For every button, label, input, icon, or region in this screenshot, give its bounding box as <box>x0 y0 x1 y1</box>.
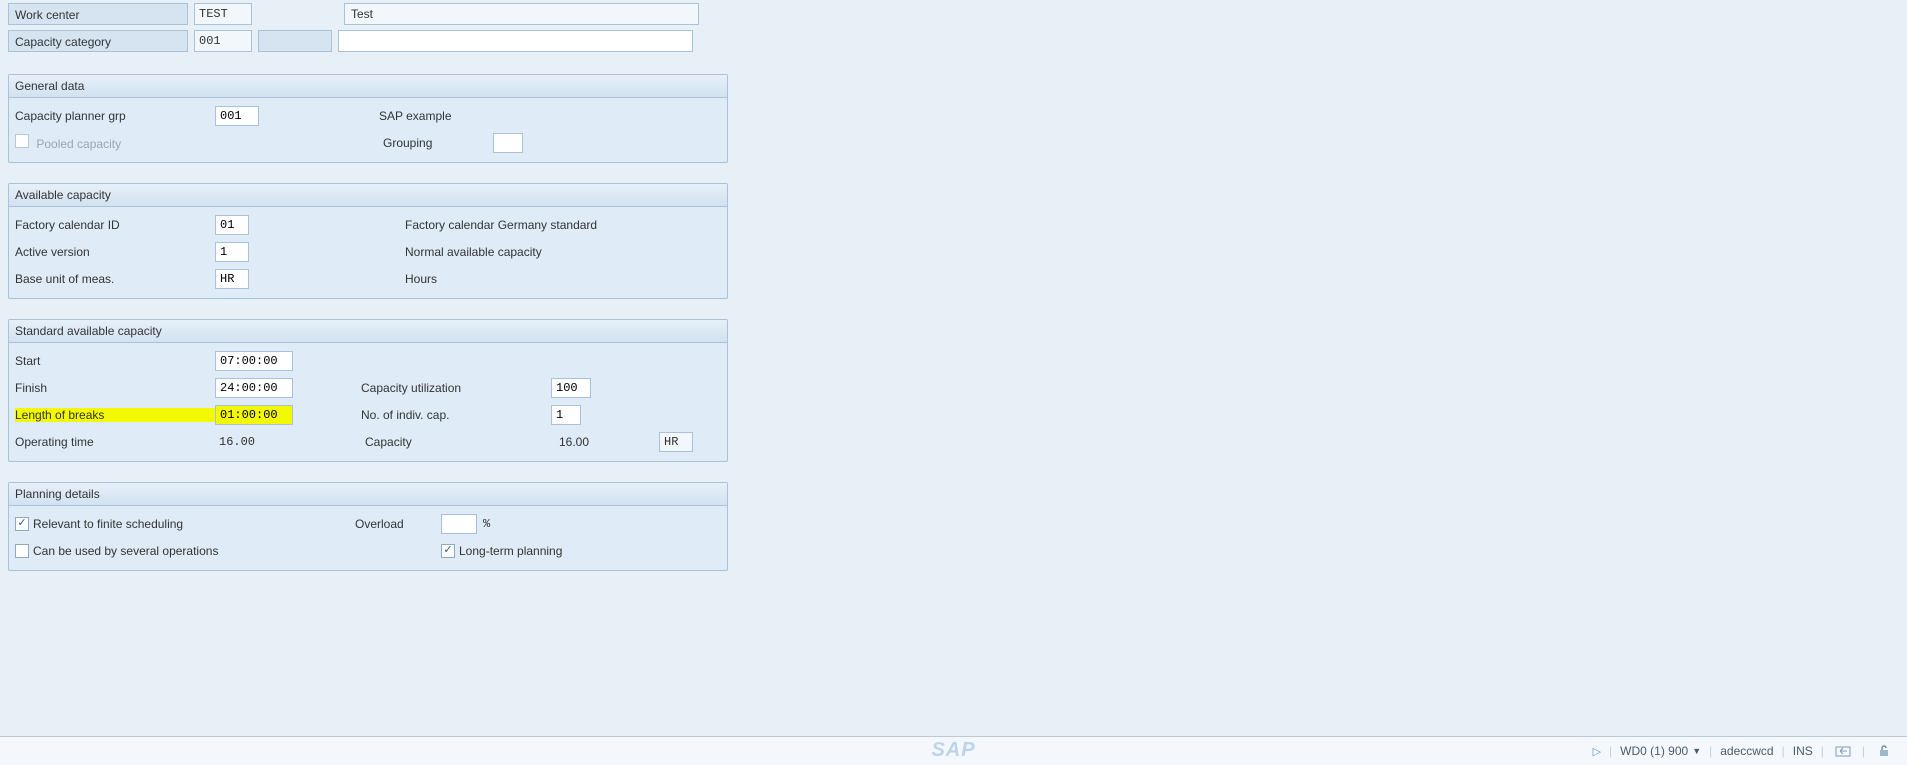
grouping-input[interactable] <box>493 133 523 153</box>
group-standard-capacity: Standard available capacity Start Finish… <box>8 319 728 462</box>
work-center-value: TEST <box>194 3 252 25</box>
start-input[interactable] <box>215 351 293 371</box>
capacity-utilization-label: Capacity utilization <box>361 381 551 395</box>
status-bar: SAP ▷ | WD0 (1) 900 ▼ | adeccwcd | INS |… <box>0 736 1907 765</box>
start-label: Start <box>15 354 215 368</box>
active-version-input[interactable] <box>215 242 249 262</box>
capacity-utilization-input[interactable] <box>551 378 591 398</box>
pooled-capacity-label: Pooled capacity <box>36 137 121 151</box>
capacity-category-extra <box>258 30 332 52</box>
capacity-planner-grp-input[interactable] <box>215 106 259 126</box>
overload-percent: % <box>483 517 490 531</box>
capacity-planner-grp-text: SAP example <box>379 109 452 123</box>
no-indiv-cap-input[interactable] <box>551 405 581 425</box>
capacity-category-label: Capacity category <box>8 30 188 52</box>
overload-input[interactable] <box>441 514 477 534</box>
group-available-capacity: Available capacity Factory calendar ID F… <box>8 183 728 299</box>
base-uom-label: Base unit of meas. <box>15 272 215 286</box>
length-of-breaks-label: Length of breaks <box>15 408 215 422</box>
insert-mode-label: INS <box>1793 744 1813 758</box>
factory-calendar-text: Factory calendar Germany standard <box>405 218 597 232</box>
group-title-standard: Standard available capacity <box>9 320 727 343</box>
server-label: adeccwcd <box>1720 744 1773 758</box>
long-term-planning-checkbox[interactable]: ✓ <box>441 544 455 558</box>
base-uom-input[interactable] <box>215 269 249 289</box>
group-title-general: General data <box>9 75 727 98</box>
pooled-capacity-field: Pooled capacity <box>15 134 215 151</box>
active-version-label: Active version <box>15 245 215 259</box>
chevron-down-icon: ▼ <box>1692 746 1701 756</box>
work-center-desc: Test <box>344 3 699 25</box>
finish-label: Finish <box>15 381 215 395</box>
work-center-label: Work center <box>8 3 188 25</box>
grouping-label: Grouping <box>383 136 493 150</box>
sap-logo: SAP <box>931 739 975 762</box>
base-uom-text: Hours <box>405 272 437 286</box>
group-title-available: Available capacity <box>9 184 727 207</box>
finite-scheduling-checkbox[interactable]: ✓ <box>15 517 29 531</box>
capacity-category-value: 001 <box>194 30 252 52</box>
factory-calendar-label: Factory calendar ID <box>15 218 215 232</box>
several-operations-label: Can be used by several operations <box>33 544 218 558</box>
operating-time-label: Operating time <box>15 435 215 449</box>
status-indicator-icon: ▷ <box>1593 745 1601 758</box>
system-dropdown[interactable]: WD0 (1) 900 ▼ <box>1620 744 1701 758</box>
length-of-breaks-input[interactable] <box>215 405 293 425</box>
group-planning-details: Planning details ✓ Relevant to finite sc… <box>8 482 728 571</box>
several-operations-checkbox[interactable] <box>15 544 29 558</box>
long-term-planning-label: Long-term planning <box>459 544 562 558</box>
no-indiv-cap-label: No. of indiv. cap. <box>361 408 551 422</box>
finite-scheduling-label: Relevant to finite scheduling <box>33 517 183 531</box>
factory-calendar-input[interactable] <box>215 215 249 235</box>
operating-time-value: 16.00 <box>215 435 297 449</box>
active-version-text: Normal available capacity <box>405 245 542 259</box>
group-title-planning: Planning details <box>9 483 727 506</box>
capacity-value: 16.00 <box>555 435 619 449</box>
finish-input[interactable] <box>215 378 293 398</box>
pooled-capacity-checkbox <box>15 134 29 148</box>
overload-label: Overload <box>355 517 441 531</box>
capacity-label: Capacity <box>365 435 555 449</box>
system-label: WD0 (1) 900 <box>1620 744 1688 758</box>
capacity-category-desc-input[interactable] <box>338 30 693 52</box>
lock-icon[interactable] <box>1873 741 1895 761</box>
group-general-data: General data Capacity planner grp SAP ex… <box>8 74 728 163</box>
layout-icon[interactable] <box>1832 741 1854 761</box>
capacity-uom: HR <box>659 432 693 452</box>
capacity-planner-grp-label: Capacity planner grp <box>15 109 215 123</box>
